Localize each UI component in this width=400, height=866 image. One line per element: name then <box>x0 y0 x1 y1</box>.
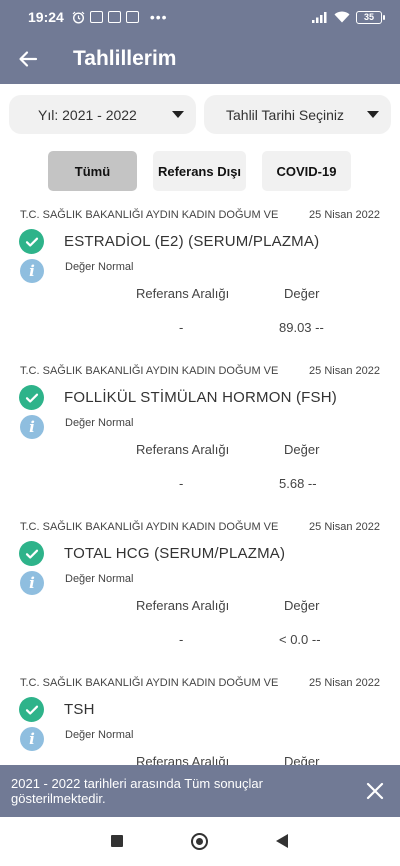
result-value: < 0.0 -- <box>279 632 321 647</box>
caret-down-icon <box>367 111 379 118</box>
close-icon[interactable] <box>365 781 385 801</box>
snackbar: 2021 - 2022 tarihleri arasında Tüm sonuç… <box>0 765 400 817</box>
box-icon <box>107 11 121 23</box>
year-dropdown-value: Yıl: 2021 - 2022 <box>38 106 137 123</box>
filter-chips: Tümü Referans Dışı COVID-19 <box>48 151 351 191</box>
snackbar-message: 2021 - 2022 tarihleri arasında Tüm sonuç… <box>11 776 263 806</box>
page-title: Tahlillerim <box>73 47 177 70</box>
date-dropdown[interactable]: Tahlil Tarihi Seçiniz <box>204 95 391 134</box>
info-icon[interactable]: i <box>20 727 44 751</box>
result-value: 5.68 -- <box>279 476 317 491</box>
back-button[interactable] <box>0 34 56 84</box>
result-date: 25 Nisan 2022 <box>309 521 380 533</box>
status-bar: 19:24 ••• 35 <box>0 0 400 34</box>
hospital-name: T.C. SAĞLIK BAKANLIĞI AYDIN KADIN DOĞUM … <box>20 365 279 377</box>
result-card[interactable]: T.C. SAĞLIK BAKANLIĞI AYDIN KADIN DOĞUM … <box>0 512 400 668</box>
result-date: 25 Nisan 2022 <box>309 209 380 221</box>
test-name: TSH <box>64 701 95 718</box>
filter-row: Yıl: 2021 - 2022 Tahlil Tarihi Seçiniz <box>9 95 391 134</box>
result-status: Değer Normal <box>65 261 134 273</box>
chip-covid-19[interactable]: COVID-19 <box>262 151 351 191</box>
status-time: 19:24 <box>28 9 64 25</box>
result-card[interactable]: T.C. SAĞLIK BAKANLIĞI AYDIN KADIN DOĞUM … <box>0 200 400 356</box>
reference-range-label: Referans Aralığı <box>136 442 230 457</box>
caret-down-icon <box>172 111 184 118</box>
reference-range-value: - <box>179 320 184 335</box>
wifi-icon <box>334 11 350 23</box>
reference-range-label: Referans Aralığı <box>136 286 230 301</box>
check-circle-icon <box>19 385 44 410</box>
status-icons: ••• <box>72 9 168 25</box>
result-status: Değer Normal <box>65 417 134 429</box>
value-label: Değer <box>284 442 320 457</box>
system-back-button[interactable] <box>276 834 288 848</box>
info-icon[interactable]: i <box>20 415 44 439</box>
recents-button[interactable] <box>111 835 123 847</box>
reference-range-value: - <box>179 632 184 647</box>
hospital-name: T.C. SAĞLIK BAKANLIĞI AYDIN KADIN DOĞUM … <box>20 521 279 533</box>
test-name: ESTRADİOL (E2) (SERUM/PLAZMA) <box>64 233 320 250</box>
app-bar: Tahlillerim <box>0 34 400 84</box>
result-value: 89.03 -- <box>279 320 324 335</box>
battery-icon: 35 <box>356 10 385 24</box>
info-icon[interactable]: i <box>20 571 44 595</box>
test-name: TOTAL HCG (SERUM/PLAZMA) <box>64 545 286 562</box>
result-status: Değer Normal <box>65 729 134 741</box>
reference-range-value: - <box>179 476 184 491</box>
result-date: 25 Nisan 2022 <box>309 677 380 689</box>
arrow-left-icon <box>19 51 38 67</box>
value-label: Değer <box>284 286 320 301</box>
check-circle-icon <box>19 541 44 566</box>
home-button[interactable] <box>191 833 208 850</box>
hospital-name: T.C. SAĞLIK BAKANLIĞI AYDIN KADIN DOĞUM … <box>20 677 279 689</box>
year-dropdown[interactable]: Yıl: 2021 - 2022 <box>9 95 196 134</box>
hospital-name: T.C. SAĞLIK BAKANLIĞI AYDIN KADIN DOĞUM … <box>20 209 279 221</box>
app-notification-icon <box>89 11 103 23</box>
check-circle-icon <box>19 697 44 722</box>
result-date: 25 Nisan 2022 <box>309 365 380 377</box>
news-icon <box>125 11 139 23</box>
check-circle-icon <box>19 229 44 254</box>
status-right: 35 <box>312 10 385 24</box>
signal-icon <box>312 12 327 23</box>
more-notifications-icon: ••• <box>149 9 168 25</box>
chip-out-of-reference[interactable]: Referans Dışı <box>153 151 246 191</box>
reference-range-label: Referans Aralığı <box>136 598 230 613</box>
system-nav-bar <box>0 818 400 866</box>
date-dropdown-value: Tahlil Tarihi Seçiniz <box>226 106 345 123</box>
chip-all[interactable]: Tümü <box>48 151 137 191</box>
result-status: Değer Normal <box>65 573 134 585</box>
value-label: Değer <box>284 598 320 613</box>
test-name: FOLLİKÜL STİMÜLAN HORMON (FSH) <box>64 389 337 406</box>
alarm-icon <box>72 11 85 24</box>
result-card[interactable]: T.C. SAĞLIK BAKANLIĞI AYDIN KADIN DOĞUM … <box>0 356 400 512</box>
info-icon[interactable]: i <box>20 259 44 283</box>
